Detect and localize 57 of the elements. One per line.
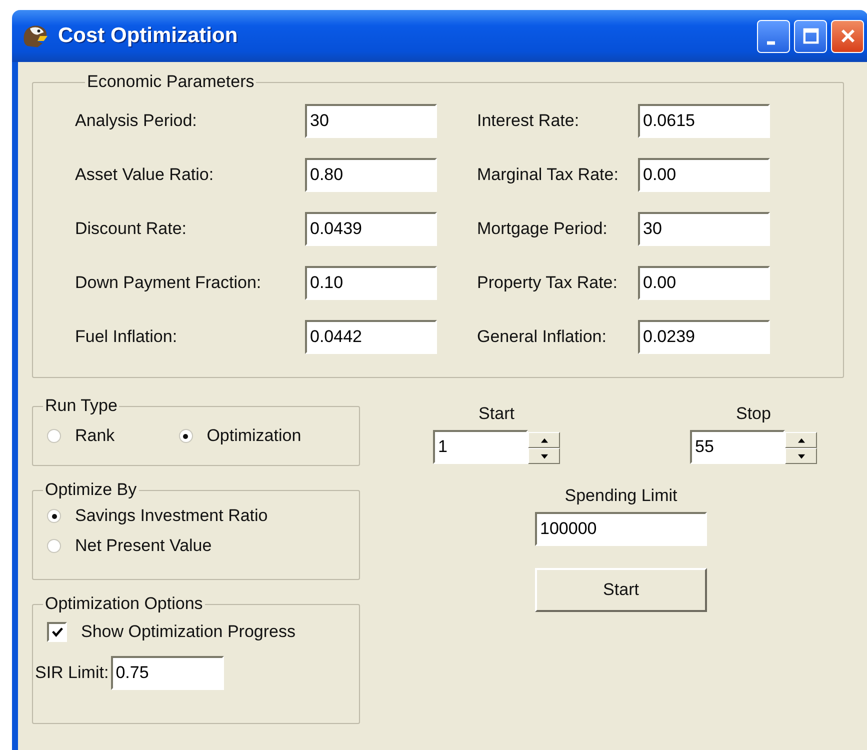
radio-button[interactable] <box>47 429 61 443</box>
field-label: Spending Limit <box>564 486 678 506</box>
input-field[interactable]: 100000 <box>535 512 707 546</box>
field-label: Asset Value Ratio: <box>75 165 215 185</box>
down-arrow-icon <box>540 454 548 458</box>
option-label: Net Present Value <box>75 536 212 556</box>
input-field[interactable]: 30 <box>305 104 437 138</box>
input-field[interactable]: 0.0439 <box>305 212 437 246</box>
option-label: Show Optimization Progress <box>81 622 296 642</box>
down-arrow-icon <box>798 454 804 458</box>
field-label: Marginal Tax Rate: <box>477 165 620 185</box>
radio-button[interactable] <box>47 509 61 523</box>
input-field[interactable]: 55 <box>690 430 785 464</box>
close-button[interactable] <box>831 20 864 52</box>
radio-button[interactable] <box>178 429 193 443</box>
group-title: Economic Parameters <box>86 72 256 92</box>
input-field[interactable]: 0.0239 <box>638 320 770 354</box>
field-label: Analysis Period: <box>75 111 198 131</box>
checkbox[interactable] <box>47 622 67 642</box>
input-field[interactable]: 0.75 <box>110 656 224 690</box>
group-title: Run Type <box>44 396 118 416</box>
field-label: Interest Rate: <box>477 111 580 131</box>
checkmark-icon <box>50 626 64 638</box>
field-label: Start <box>478 404 514 424</box>
field-label: Down Payment Fraction: <box>75 273 262 293</box>
field-label: Fuel Inflation: <box>75 327 178 347</box>
spin-up-button[interactable] <box>785 432 817 448</box>
input-field[interactable]: 1 <box>433 430 528 464</box>
minimize-icon <box>766 41 774 45</box>
field-label: Discount Rate: <box>75 219 188 239</box>
input-field[interactable]: 30 <box>638 212 770 246</box>
window-title: Cost Optimization <box>58 24 238 48</box>
field-label: Stop <box>736 404 771 424</box>
input-field[interactable]: 0.00 <box>638 158 770 192</box>
group-title: Optimization Options <box>44 594 204 614</box>
spin-up-button[interactable] <box>528 432 560 448</box>
start-button[interactable]: Start <box>535 568 707 612</box>
spin-down-button[interactable] <box>785 448 817 464</box>
minimize-button[interactable] <box>757 20 790 52</box>
maximize-button[interactable] <box>794 20 827 52</box>
option-label: Optimization <box>206 426 302 446</box>
input-field[interactable]: 0.00 <box>638 266 770 300</box>
up-arrow-icon <box>798 438 804 442</box>
input-field[interactable]: 0.0615 <box>638 104 770 138</box>
field-label: Mortgage Period: <box>477 219 608 239</box>
input-field[interactable]: 0.0442 <box>305 320 437 354</box>
input-field[interactable]: 0.80 <box>305 158 437 192</box>
option-label: Savings Investment Ratio <box>75 506 268 526</box>
field-label: SIR Limit: <box>35 663 109 683</box>
group-title: Optimize By <box>44 480 138 500</box>
up-arrow-icon <box>540 438 548 442</box>
radio-button[interactable] <box>47 539 61 553</box>
spin-down-button[interactable] <box>528 448 560 464</box>
field-label: Property Tax Rate: <box>477 273 618 293</box>
input-field[interactable]: 0.10 <box>305 266 437 300</box>
field-label: General Inflation: <box>477 327 608 347</box>
option-label: Rank <box>75 426 115 446</box>
